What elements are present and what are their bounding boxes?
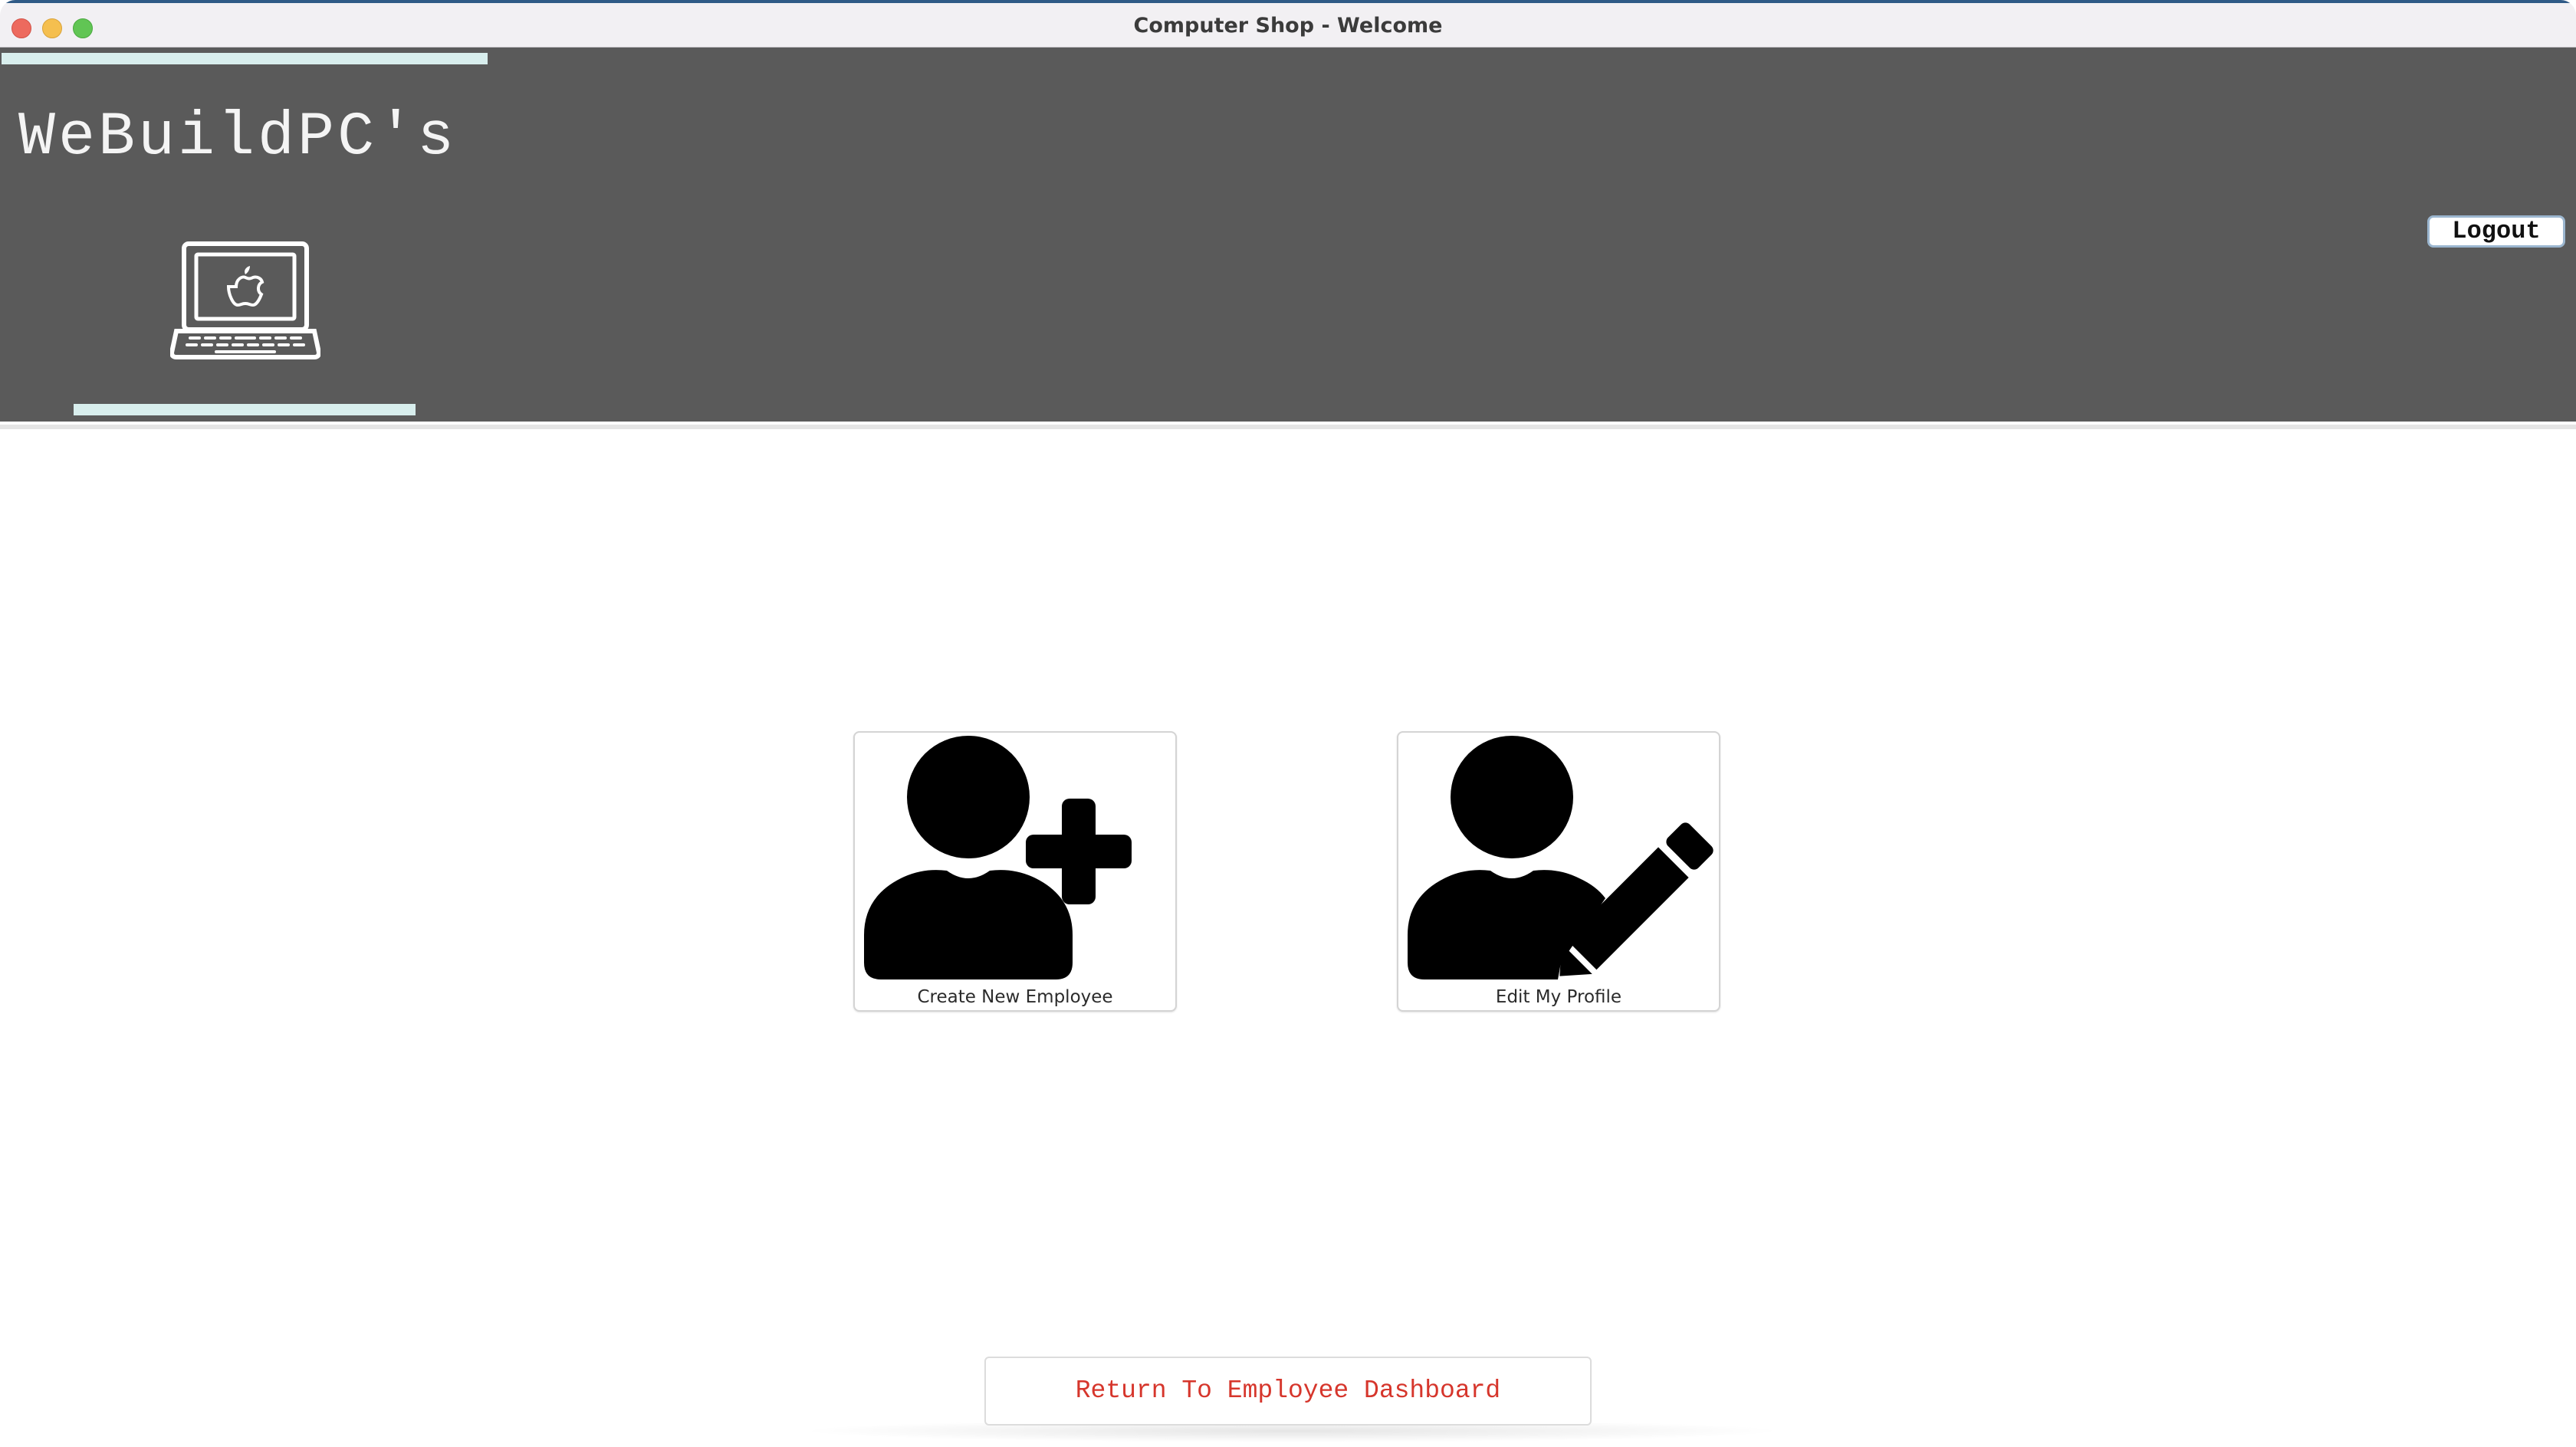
app-window: Computer Shop - Welcome WeBuildPC's Logo…: [0, 0, 2576, 1447]
edit-my-profile-label: Edit My Profile: [1495, 987, 1622, 1007]
title-bar: Computer Shop - Welcome: [0, 0, 2576, 48]
brand-title: WeBuildPC's: [18, 103, 458, 172]
create-new-employee-button[interactable]: Create New Employee: [853, 731, 1177, 1012]
edit-user-icon: [1408, 736, 1714, 979]
header-divider: [0, 425, 2576, 429]
laptop-apple-icon: [170, 241, 320, 359]
edit-my-profile-button[interactable]: Edit My Profile: [1397, 731, 1720, 1012]
add-user-icon: [864, 736, 1132, 979]
header-banner: WeBuildPC's Logout: [0, 48, 2576, 422]
accent-bar-bottom: [74, 404, 416, 415]
return-to-dashboard-button[interactable]: Return To Employee Dashboard: [984, 1357, 1592, 1426]
window-title: Computer Shop - Welcome: [1133, 14, 1443, 38]
create-new-employee-label: Create New Employee: [917, 987, 1113, 1007]
accent-bar-top: [2, 53, 488, 64]
logout-button[interactable]: Logout: [2427, 215, 2565, 248]
